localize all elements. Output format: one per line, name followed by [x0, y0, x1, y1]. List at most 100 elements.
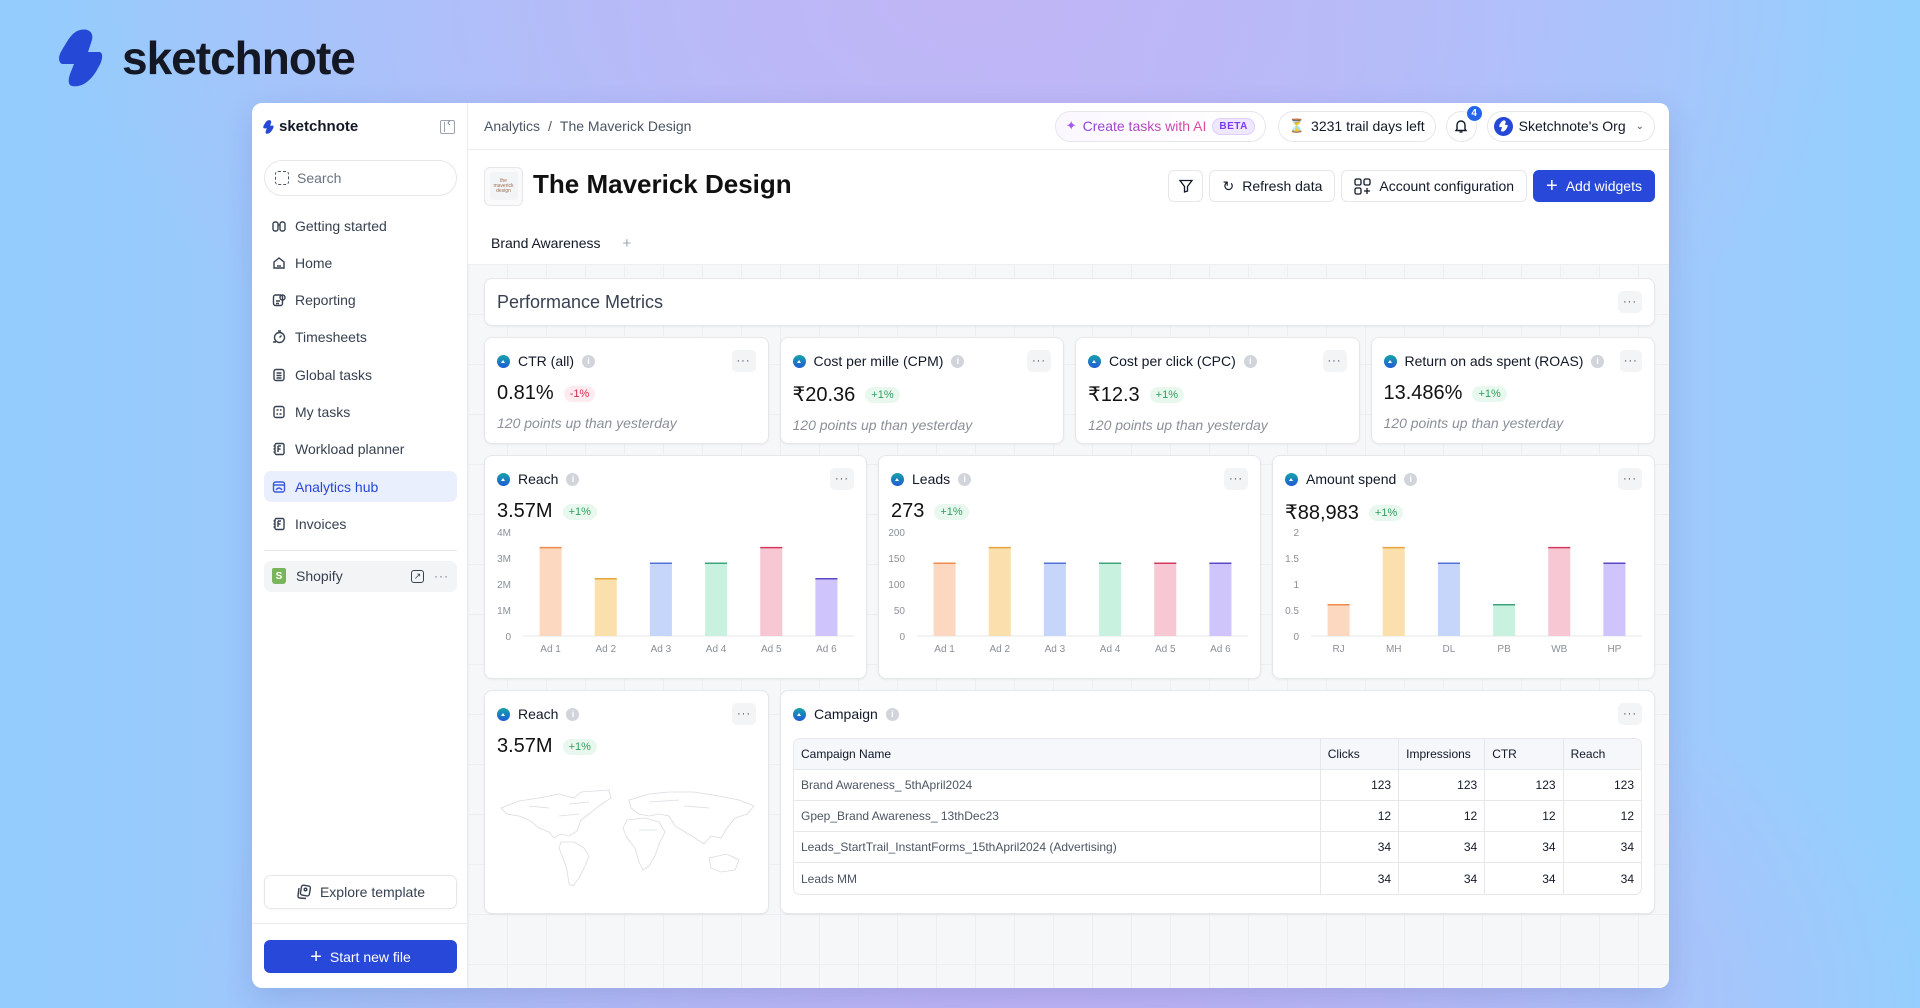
bar: [815, 578, 838, 636]
section-title: Performance Metrics: [497, 291, 664, 312]
search-input[interactable]: Search: [264, 160, 457, 196]
chart-total-value: 3.57M: [497, 500, 553, 522]
impressions-cell: 34: [1398, 832, 1485, 863]
sidebar-item-workload-planner[interactable]: Workload planner: [264, 434, 457, 465]
chart-card-reach: Reach i ··· 3.57M +1% 0 1M 2M 3M 4M Ad 1 Ad 2 Ad 3…: [484, 455, 867, 679]
more-options-button[interactable]: ···: [1322, 350, 1347, 372]
reach-cell: 34: [1562, 863, 1641, 894]
table-row[interactable]: Leads MM 34 34 34 34: [794, 863, 1641, 894]
sidebar-item-getting-started[interactable]: Getting started: [264, 210, 457, 241]
meta-ads-icon: [1088, 354, 1101, 368]
bottom-row: Reach i ··· 3.57M +1% Campaign i ··· Cam…: [484, 690, 1655, 914]
start-new-file-button[interactable]: + Start new file: [264, 940, 457, 973]
sidebar-item-invoices[interactable]: Invoices: [264, 508, 457, 539]
impressions-cell: 34: [1398, 863, 1484, 894]
more-options-button[interactable]: ···: [1619, 350, 1642, 372]
change-badge: +1%: [562, 738, 597, 755]
column-header[interactable]: Impressions: [1398, 739, 1485, 770]
column-header[interactable]: Reach: [1562, 739, 1641, 770]
info-icon[interactable]: i: [1243, 354, 1257, 368]
info-icon[interactable]: i: [885, 707, 899, 721]
breadcrumb-separator: /: [548, 118, 552, 134]
refresh-icon: ↻: [1222, 177, 1235, 194]
y-tick-label: 1.5: [1285, 554, 1299, 565]
info-icon[interactable]: i: [582, 354, 595, 368]
more-options-button[interactable]: ···: [732, 703, 756, 725]
more-options-button[interactable]: ···: [1027, 350, 1051, 372]
impressions-cell: 123: [1398, 770, 1485, 801]
add-tab-button[interactable]: +: [622, 235, 631, 252]
tab-brand-awareness[interactable]: Brand Awareness: [491, 235, 600, 251]
metrics-row: CTR (all) i ··· 0.81% -1% 120 points up tha…: [484, 337, 1655, 444]
reach-cell: 123: [1562, 770, 1641, 801]
y-tick-label: 0: [899, 632, 905, 643]
ctr-cell: 34: [1484, 832, 1563, 863]
external-link-icon[interactable]: ↗: [411, 569, 424, 583]
sidebar-item-analytics-hub[interactable]: Analytics hub: [264, 471, 457, 503]
column-header[interactable]: Clicks: [1319, 739, 1399, 770]
notifications-button[interactable]: 4: [1445, 105, 1482, 142]
x-tick-label: Ad 5: [761, 644, 782, 655]
bar: [1437, 563, 1460, 636]
x-tick-label: Ad 6: [1210, 644, 1231, 655]
explore-template-button[interactable]: Explore template: [264, 875, 457, 909]
notification-count-badge: 4: [1466, 105, 1482, 121]
y-tick-label: 2: [1293, 528, 1299, 539]
sidebar-item-shopify[interactable]: S Shopify ↗ ···: [264, 560, 457, 592]
more-options-button[interactable]: ···: [1224, 468, 1248, 490]
info-icon[interactable]: i: [566, 472, 580, 486]
collapse-sidebar-icon[interactable]: [440, 117, 455, 134]
app-window: sketchnote Search Getting started Home R…: [252, 103, 1669, 988]
info-icon[interactable]: i: [958, 472, 972, 486]
sidebar-item-reporting[interactable]: Reporting: [264, 285, 457, 316]
sidebar-brand[interactable]: sketchnote: [263, 118, 358, 135]
template-icon: [297, 884, 312, 900]
x-tick-label: Ad 2: [595, 644, 616, 655]
breadcrumb-analytics[interactable]: Analytics: [484, 118, 540, 134]
more-options-icon[interactable]: ···: [434, 569, 449, 583]
bar: [539, 547, 562, 636]
info-icon[interactable]: i: [951, 354, 965, 368]
x-tick-label: Ad 3: [1045, 644, 1066, 655]
more-options-button[interactable]: ···: [1618, 291, 1642, 313]
more-options-button[interactable]: ···: [731, 350, 756, 372]
more-options-button[interactable]: ···: [1618, 468, 1642, 490]
ctr-cell: 34: [1484, 863, 1562, 894]
y-tick-label: 100: [888, 580, 905, 591]
sidebar-item-my-tasks[interactable]: My tasks: [264, 396, 457, 427]
page-title: The Maverick Design: [533, 168, 792, 199]
chart-total-value: ₹88,983: [1285, 502, 1359, 524]
clipboard-icon: [272, 368, 286, 382]
sidebar-item-timesheets[interactable]: Timesheets: [264, 322, 457, 353]
info-icon[interactable]: i: [1591, 354, 1604, 368]
add-widgets-button[interactable]: + Add widgets: [1533, 170, 1655, 202]
sidebar-item-home[interactable]: Home: [264, 247, 457, 278]
change-badge: +1%: [934, 503, 969, 520]
table-row[interactable]: Brand Awareness_ 5thApril2024 123 123 12…: [794, 770, 1641, 801]
org-switcher[interactable]: Sketchnote's Org ⌄: [1486, 110, 1655, 142]
refresh-data-button[interactable]: ↻ Refresh data: [1209, 170, 1336, 202]
more-options-button[interactable]: ···: [830, 468, 854, 490]
y-tick-label: 1M: [497, 606, 511, 617]
meta-ads-icon: [1285, 472, 1298, 486]
table-row[interactable]: Gpep_Brand Awareness_ 13thDec23 12 12 12…: [794, 801, 1641, 832]
campaign-table: Campaign Name Clicks Impressions CTR Rea…: [793, 738, 1642, 895]
more-options-button[interactable]: ···: [1618, 703, 1642, 725]
change-badge: +1%: [865, 386, 900, 403]
column-header[interactable]: Campaign Name: [794, 739, 1320, 770]
info-icon[interactable]: i: [1404, 472, 1418, 486]
table-row[interactable]: Leads_StartTrail_InstantForms_15thApril2…: [794, 832, 1641, 863]
info-icon[interactable]: i: [566, 707, 580, 721]
campaign-name-cell: Leads_StartTrail_InstantForms_15thApril2…: [794, 832, 1320, 863]
sparkle-icon: ✦: [1065, 118, 1077, 133]
sidebar-item-global-tasks[interactable]: Global tasks: [264, 359, 457, 390]
column-header[interactable]: CTR: [1484, 739, 1563, 770]
filter-button[interactable]: [1168, 170, 1204, 202]
bar: [705, 563, 728, 636]
account-configuration-button[interactable]: Account configuration: [1341, 170, 1528, 202]
trial-days-pill[interactable]: ⏳ 3231 trail days left: [1277, 110, 1436, 142]
charts-row: Reach i ··· 3.57M +1% 0 1M 2M 3M 4M Ad 1 Ad 2 Ad 3…: [484, 455, 1655, 679]
y-tick-label: 50: [894, 606, 906, 617]
create-tasks-ai-button[interactable]: ✦ Create tasks with AI BETA: [1054, 110, 1266, 142]
x-tick-label: MH: [1386, 644, 1402, 655]
